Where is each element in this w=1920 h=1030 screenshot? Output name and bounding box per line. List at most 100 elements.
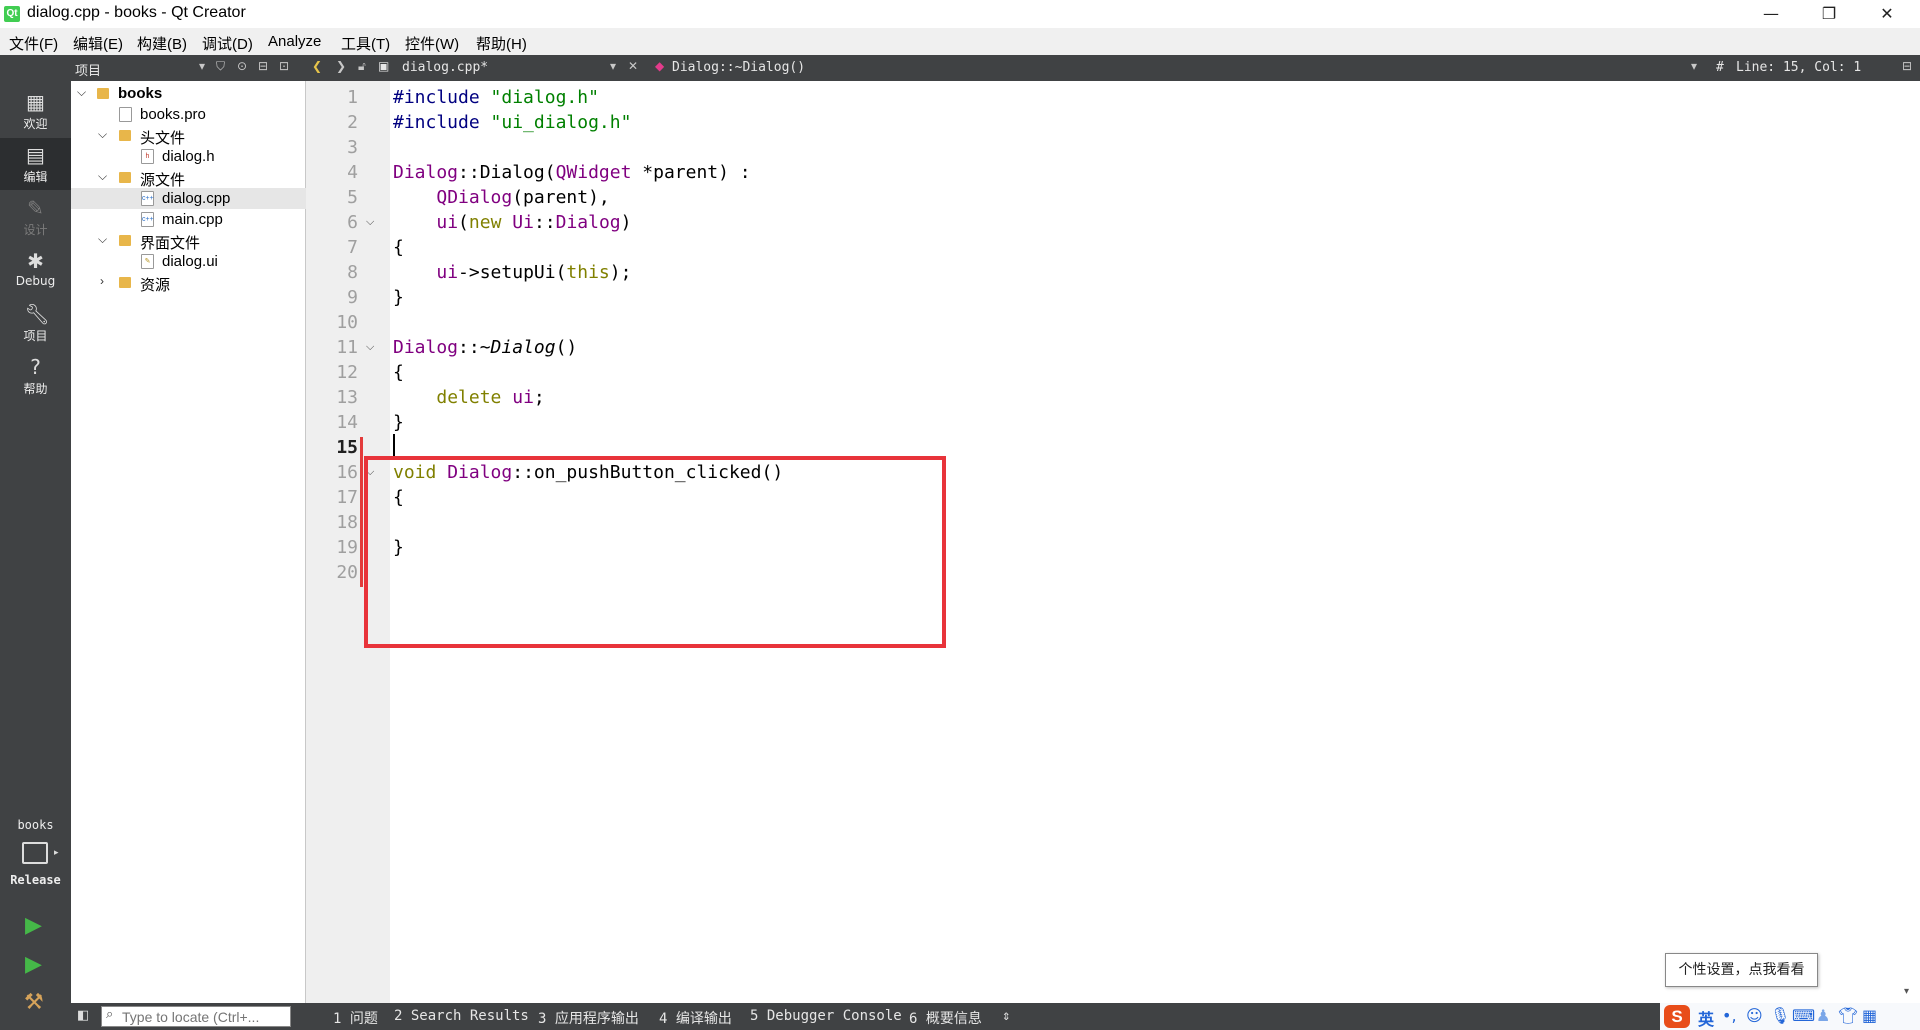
close-document-icon[interactable]: ✕ xyxy=(628,59,638,73)
scroll-down-icon[interactable]: ▾ xyxy=(1904,986,1909,997)
tab-general-messages[interactable]: 6 概要信息 xyxy=(909,1008,982,1028)
menu-widgets[interactable]: 控件(W) xyxy=(405,33,459,54)
chevron-down-icon[interactable]: ⌵ xyxy=(98,127,107,142)
fold-marker-icon[interactable]: ⌵ xyxy=(366,340,374,354)
filter-icon[interactable]: ⛉ xyxy=(216,59,225,74)
text-cursor xyxy=(393,434,395,456)
open-file-name[interactable]: dialog.cpp* xyxy=(402,60,488,75)
line-number: 5 xyxy=(347,187,358,208)
mode-design[interactable]: ✎ 设计 xyxy=(0,191,71,243)
mode-help[interactable]: ? 帮助 xyxy=(0,350,71,402)
panel-selector[interactable]: 项目 xyxy=(75,60,101,79)
split-editor-icon[interactable]: ⊟ xyxy=(1902,59,1912,73)
code-line: { xyxy=(393,362,404,383)
maximize-button[interactable]: ❐ xyxy=(1800,0,1858,28)
back-icon[interactable]: ❮ xyxy=(312,59,322,73)
mode-debug[interactable]: ✱ Debug xyxy=(0,244,71,296)
menu-tools[interactable]: 工具(T) xyxy=(341,33,390,54)
close-panel-icon[interactable]: ⊡ xyxy=(279,59,289,73)
file-dropdown-icon[interactable]: ▾ xyxy=(610,59,616,73)
line-number: 7 xyxy=(347,237,358,258)
ime-language-toggle[interactable]: 英 xyxy=(1698,1006,1714,1030)
tree-item-sources[interactable]: ⌵ 源文件 xyxy=(71,167,306,189)
skin-shirt-icon[interactable]: 👕︎ xyxy=(1838,1006,1858,1025)
folder-icon xyxy=(119,172,131,183)
chevron-down-icon[interactable]: ⌵ xyxy=(98,169,107,184)
ime-tooltip: 个性设置，点我看看 xyxy=(1665,953,1818,987)
line-number: 18 xyxy=(336,512,358,533)
tree-item-label: dialog.ui xyxy=(162,253,218,270)
link-icon[interactable]: ⊙ xyxy=(237,59,247,73)
toolbox-grid-icon[interactable]: ▦ xyxy=(1862,1006,1877,1025)
tree-item-dialog-ui[interactable]: ✎ dialog.ui xyxy=(71,251,306,272)
output-pane-bar: ◧ ⌕ 1 问题 2 Search Results 3 应用程序输出 4 编译输… xyxy=(71,1003,1920,1030)
smiley-icon[interactable]: ☺ xyxy=(1746,1006,1763,1025)
run-icon[interactable]: ▶ xyxy=(25,913,42,938)
tree-item-resources[interactable]: › 资源 xyxy=(71,272,306,294)
cpp-file-icon: c++ xyxy=(141,191,154,206)
menu-analyze[interactable]: Analyze xyxy=(268,33,321,50)
forward-icon[interactable]: ❯ xyxy=(336,59,346,73)
menu-build[interactable]: 构建(B) xyxy=(137,33,187,54)
tree-item-label: 界面文件 xyxy=(140,235,201,252)
window-title: dialog.cpp - books - Qt Creator xyxy=(27,4,246,21)
tree-item-label: main.cpp xyxy=(162,211,223,228)
tab-compile-output[interactable]: 4 编译输出 xyxy=(659,1008,732,1028)
menu-edit[interactable]: 编辑(E) xyxy=(73,33,123,54)
tab-issues[interactable]: 1 问题 xyxy=(333,1008,378,1028)
project-panel-toolbar: 项目 ▾ ⛉ ⊙ ⊟ ⊡ xyxy=(71,55,306,81)
menu-help[interactable]: 帮助(H) xyxy=(476,33,527,54)
tree-item-forms[interactable]: ⌵ 界面文件 xyxy=(71,230,306,252)
menu-debug[interactable]: 调试(D) xyxy=(202,33,253,54)
tab-debugger-console[interactable]: 5 Debugger Console xyxy=(750,1008,902,1024)
tab-search-results[interactable]: 2 Search Results xyxy=(394,1008,529,1024)
toggle-sidebar-icon[interactable]: ◧ xyxy=(77,1008,89,1023)
mode-edit[interactable]: ▤ 编辑 xyxy=(0,138,71,190)
tab-application-output[interactable]: 3 应用程序输出 xyxy=(538,1008,639,1028)
title-bar: Qt dialog.cpp - books - Qt Creator — ❐ ✕ xyxy=(0,0,1920,28)
chevron-down-icon[interactable]: ⌵ xyxy=(77,85,86,100)
monitor-icon[interactable] xyxy=(22,842,48,864)
chevron-down-icon[interactable]: ⌵ xyxy=(98,232,107,247)
line-number: 16 xyxy=(336,462,358,483)
tree-item-label: dialog.h xyxy=(162,148,215,165)
tree-item-dialog-cpp[interactable]: c++ dialog.cpp xyxy=(71,188,306,209)
minimize-button[interactable]: — xyxy=(1742,0,1800,28)
symbol-selector[interactable]: Dialog::~Dialog() xyxy=(672,60,805,75)
tree-item-label: dialog.cpp xyxy=(162,190,231,207)
cursor-position[interactable]: Line: 15, Col: 1 xyxy=(1736,60,1861,75)
build-hammer-icon[interactable]: ⚒ xyxy=(24,990,44,1015)
hash-indicator: # xyxy=(1716,60,1724,75)
chevron-down-icon[interactable]: ▾ xyxy=(199,59,205,73)
mode-welcome[interactable]: ▦ 欢迎 xyxy=(0,85,71,137)
tree-item-dialog-h[interactable]: h dialog.h xyxy=(71,146,306,167)
folder-icon xyxy=(119,277,131,288)
output-tabs-arrow-icon[interactable]: ⇕ xyxy=(1002,1008,1010,1024)
ime-punctuation-toggle[interactable]: •, xyxy=(1722,1006,1737,1025)
close-button[interactable]: ✕ xyxy=(1858,0,1916,28)
debug-run-icon[interactable]: ▶ xyxy=(25,952,42,977)
bug-icon: ✱ xyxy=(27,249,44,273)
fold-marker-icon[interactable]: ⌵ xyxy=(366,215,374,229)
tree-item-books-project[interactable]: ⌵ books xyxy=(71,83,306,104)
locator[interactable]: ⌕ xyxy=(101,1006,291,1027)
chevron-right-icon[interactable]: › xyxy=(100,274,104,288)
keyboard-icon[interactable]: ⌨ xyxy=(1792,1006,1815,1025)
split-icon[interactable]: ⊟ xyxy=(258,59,268,73)
line-number-current: 15 xyxy=(336,437,358,458)
sogou-logo-icon[interactable]: S xyxy=(1664,1005,1690,1028)
mode-label: 编辑 xyxy=(23,170,48,184)
locator-input[interactable] xyxy=(122,1008,287,1026)
mode-projects[interactable]: 🔧︎ 项目 xyxy=(0,297,71,349)
highlight-annotation-box xyxy=(364,456,946,648)
user-icon[interactable]: ♟ xyxy=(1816,1006,1830,1025)
menu-file[interactable]: 文件(F) xyxy=(9,33,58,54)
tree-item-headers[interactable]: ⌵ 头文件 xyxy=(71,125,306,147)
tree-item-books-pro[interactable]: books.pro xyxy=(71,104,306,125)
symbol-dropdown-icon[interactable]: ▾ xyxy=(1691,59,1697,73)
pencil-icon: ✎ xyxy=(27,196,44,220)
microphone-icon[interactable]: 🎙︎ xyxy=(1770,1006,1790,1025)
code-line: ui(new Ui::Dialog) xyxy=(436,212,632,233)
tree-item-main-cpp[interactable]: c++ main.cpp xyxy=(71,209,306,230)
editor-scrollbar[interactable]: ▾ xyxy=(1900,81,1920,1003)
